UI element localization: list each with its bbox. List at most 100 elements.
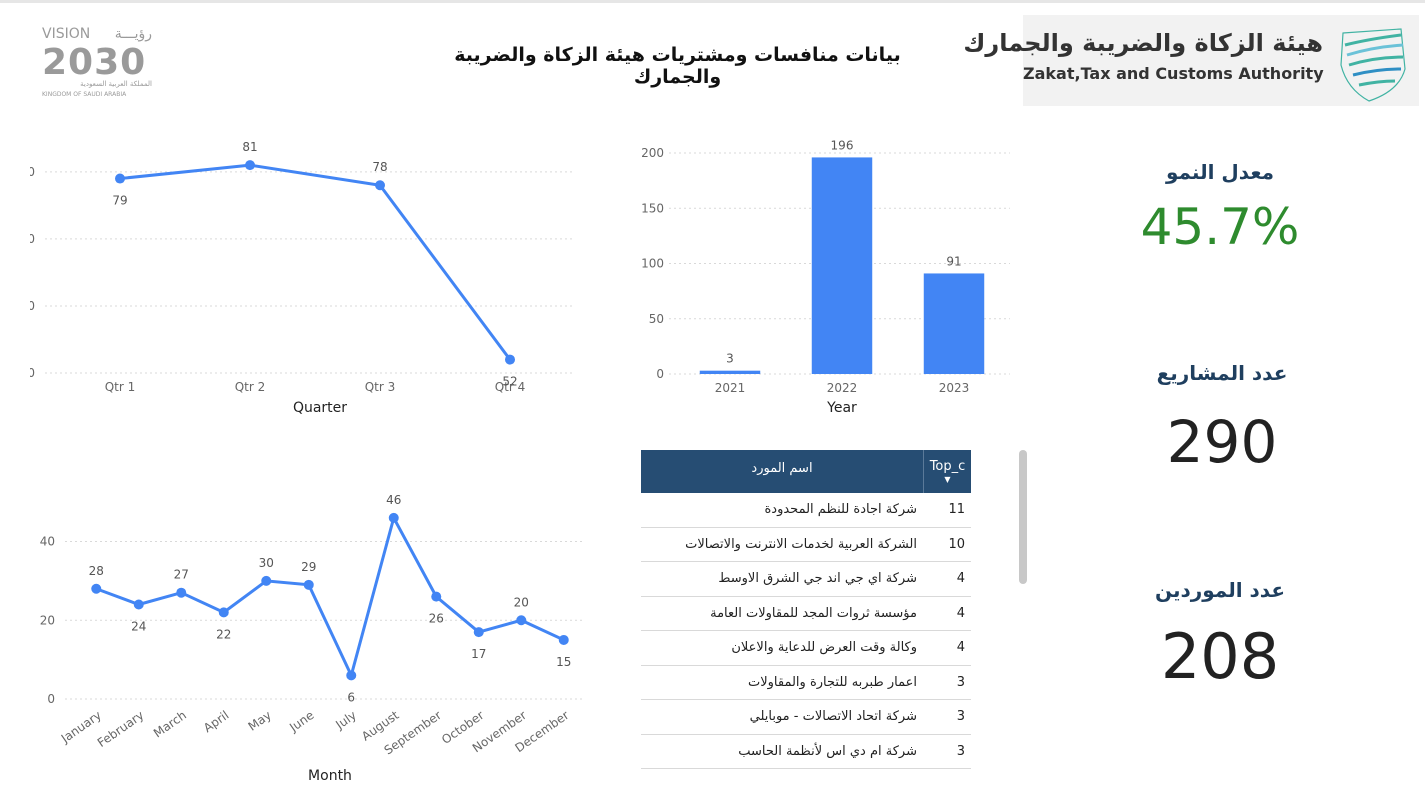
table-scrollbar[interactable] [1019,450,1027,584]
x-axis-title: Month [308,768,352,784]
data-label: 196 [831,138,854,152]
svg-text:المملكة العربية السعودية: المملكة العربية السعودية [80,80,152,88]
page-title: بيانات منافسات ومشتريات هيئة الزكاة والض… [454,44,901,88]
data-point [91,583,102,594]
table-header: اسم المورد Top_c ▼ [641,450,971,493]
top-count-cell: 3 [956,709,965,724]
data-point [473,627,484,638]
supplier-name-cell: شركة اتحاد الاتصالات - موبايلي [749,709,917,724]
data-label: 52 [502,375,517,389]
table-row[interactable]: شركة ام دي اس لأنظمة الحاسب 3 [641,735,971,769]
supplier-table: اسم المورد Top_c ▼ شركة اجادة للنظم المح… [641,450,971,769]
authority-name-english: Zakat,Tax and Customs Authority [1023,64,1324,83]
data-label: 78 [372,160,387,174]
y-tick-label: 70 [30,232,35,246]
suppliers-count-label: عدد الموردين [1154,578,1286,602]
x-axis-title: Year [826,400,857,416]
data-label: 81 [242,140,257,154]
top-count-cell: 4 [956,640,965,655]
top-count-cell: 3 [956,674,965,690]
data-label: 24 [131,620,146,634]
table-row[interactable]: مؤسسة ثروات المجد للمقاولات العامة 4 [641,597,971,631]
data-point [218,607,229,618]
x-tick-label: April [201,708,232,735]
data-label: 79 [112,194,127,208]
top-count-cell: 3 [956,743,965,759]
data-label: 15 [556,655,571,669]
data-point [176,587,187,598]
x-tick-label: 2021 [715,381,746,395]
authority-logo: هيئة الزكاة والضريبة والجمارك Zakat,Tax … [963,15,1419,106]
growth-rate-value: 45.7% [1140,198,1300,256]
y-tick-label: 0 [47,692,55,706]
bar [923,273,985,374]
y-tick-label: 150 [641,201,664,215]
top-count-cell: 10 [948,536,965,552]
suppliers-count-value: 208 [1160,620,1280,693]
table-row[interactable]: وكالة وقت العرض للدعاية والاعلان 4 [641,631,971,666]
supplier-name-cell: شركة اجادة للنظم المحدودة [764,502,917,517]
column-header-top-count[interactable]: Top_c ▼ [923,450,971,493]
data-point [245,160,255,171]
top-count-cell: 4 [956,605,965,621]
projects-count-value: 290 [1166,408,1278,476]
data-point [375,180,385,191]
sort-desc-icon[interactable]: ▼ [924,476,971,484]
data-point [516,615,527,626]
supplier-name-cell: الشركة العربية لخدمات الانترنت والاتصالا… [685,536,917,552]
data-point [261,575,272,586]
data-label: 91 [946,254,961,268]
table-row[interactable]: شركة اتحاد الاتصالات - موبايلي 3 [641,700,971,735]
data-label: 28 [89,564,104,578]
data-label: 26 [429,612,444,626]
y-tick-label: 20 [40,613,55,627]
x-axis-title: Quarter [293,400,347,416]
data-label: 29 [301,560,316,574]
data-point [115,173,125,184]
x-tick-label: May [246,708,274,734]
x-tick-label: 2023 [939,381,970,395]
supplier-name-cell: وكالة وقت العرض للدعاية والاعلان [731,640,917,655]
data-label: 30 [259,556,274,570]
table-row[interactable]: اعمار طبربه للتجارة والمقاولات 3 [641,666,971,700]
x-tick-label: July [332,708,359,732]
growth-rate-label: معدل النمو [1165,160,1275,184]
data-point [346,670,357,681]
table-row[interactable]: شركة اي جي اند جي الشرق الاوسط 4 [641,562,971,597]
x-tick-label: Qtr 3 [365,380,396,394]
y-tick-label: 80 [30,165,35,179]
svg-text:KINGDOM OF SAUDI ARABIA: KINGDOM OF SAUDI ARABIA [42,91,127,98]
data-label: 22 [216,627,231,641]
data-label: 46 [386,493,401,507]
bar [811,157,873,374]
series-line [119,163,512,361]
bar [699,370,761,374]
projects-count-label: عدد المشاريع [1156,361,1288,385]
y-tick-label: 50 [649,312,664,326]
svg-text:VISION: VISION [42,26,90,42]
x-tick-label: March [151,708,189,740]
x-tick-label: Qtr 2 [235,380,266,394]
y-tick-label: 100 [641,257,664,271]
table-row[interactable]: شركة اجادة للنظم المحدودة 11 [641,493,971,528]
supplier-name-cell: اعمار طبربه للتجارة والمقاولات [747,674,917,690]
data-label: 17 [471,647,486,661]
y-tick-label: 60 [30,299,35,313]
svg-text:2030: 2030 [42,42,146,83]
table-row[interactable]: الشركة العربية لخدمات الانترنت والاتصالا… [641,528,971,562]
data-label: 27 [174,568,189,582]
data-point [558,634,569,645]
data-point [133,599,144,610]
y-tick-label: 0 [656,367,664,381]
data-label: 6 [347,690,355,704]
x-tick-label: Qtr 1 [105,380,136,394]
data-label: 20 [514,595,529,609]
authority-emblem-icon [1340,28,1406,102]
top-border [0,0,1425,3]
y-tick-label: 50 [30,366,35,380]
data-point [505,354,515,365]
supplier-name-cell: مؤسسة ثروات المجد للمقاولات العامة [710,605,917,621]
data-point [388,512,399,523]
column-header-supplier-name[interactable]: اسم المورد [641,450,923,488]
year-bar-chart: 0 50 100 150 200 3 2021 196 2022 91 2023 Year [641,138,1010,416]
